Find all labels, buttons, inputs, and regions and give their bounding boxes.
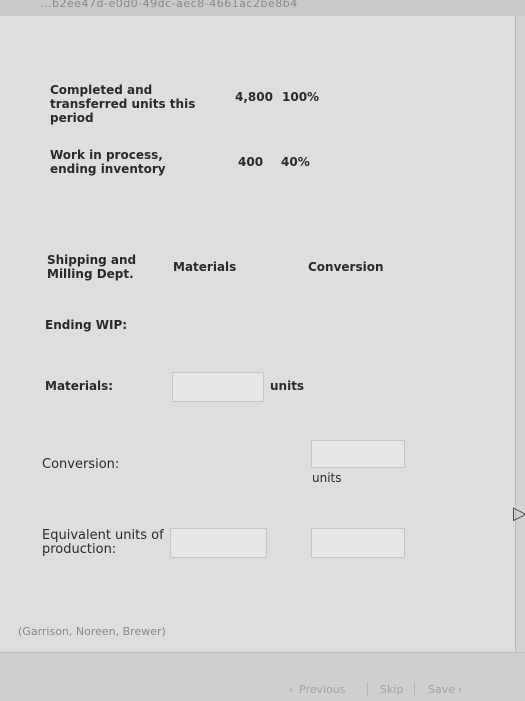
materials-input[interactable] (172, 372, 264, 402)
wip-percent: 40% (281, 155, 310, 169)
previous-chevron-icon: ‹ (289, 683, 294, 696)
ending-wip-label: Ending WIP: (45, 318, 128, 332)
materials-units-label: units (270, 379, 305, 393)
wip-label: Work in process, ending inventory (50, 148, 166, 176)
dept-header: Shipping and Milling Dept. (47, 253, 137, 281)
equivalent-units-label: Equivalent units of production: (42, 528, 164, 557)
materials-label: Materials: (45, 379, 114, 393)
nav-divider (367, 682, 368, 696)
url-text: ...b2ee47d-e0d0-49dc-aec8-4661ac2be8b4 (40, 0, 298, 10)
equivalent-conversion-input[interactable] (311, 528, 405, 558)
equivalent-materials-input[interactable] (170, 528, 267, 558)
save-chevron-icon: › (458, 683, 463, 696)
wip-units: 400 (238, 155, 264, 169)
completed-percent: 100% (282, 90, 320, 104)
scrollbar-gutter[interactable] (516, 16, 525, 700)
previous-button[interactable]: Previous (299, 683, 346, 696)
credit-text: (Garrison, Noreen, Brewer) (18, 625, 166, 638)
completed-units: 4,800 (235, 90, 273, 104)
materials-header: Materials (173, 260, 237, 274)
nav-divider (414, 682, 415, 696)
completed-label: Completed and transferred units this per… (50, 83, 196, 125)
conversion-units-label: units (312, 471, 342, 485)
conversion-label: Conversion: (42, 457, 120, 472)
save-button[interactable]: Save (428, 683, 455, 696)
skip-button[interactable]: Skip (380, 683, 403, 696)
conversion-input[interactable] (311, 440, 405, 468)
mouse-cursor-icon: ▷ (513, 503, 525, 524)
conversion-header: Conversion (308, 260, 384, 274)
